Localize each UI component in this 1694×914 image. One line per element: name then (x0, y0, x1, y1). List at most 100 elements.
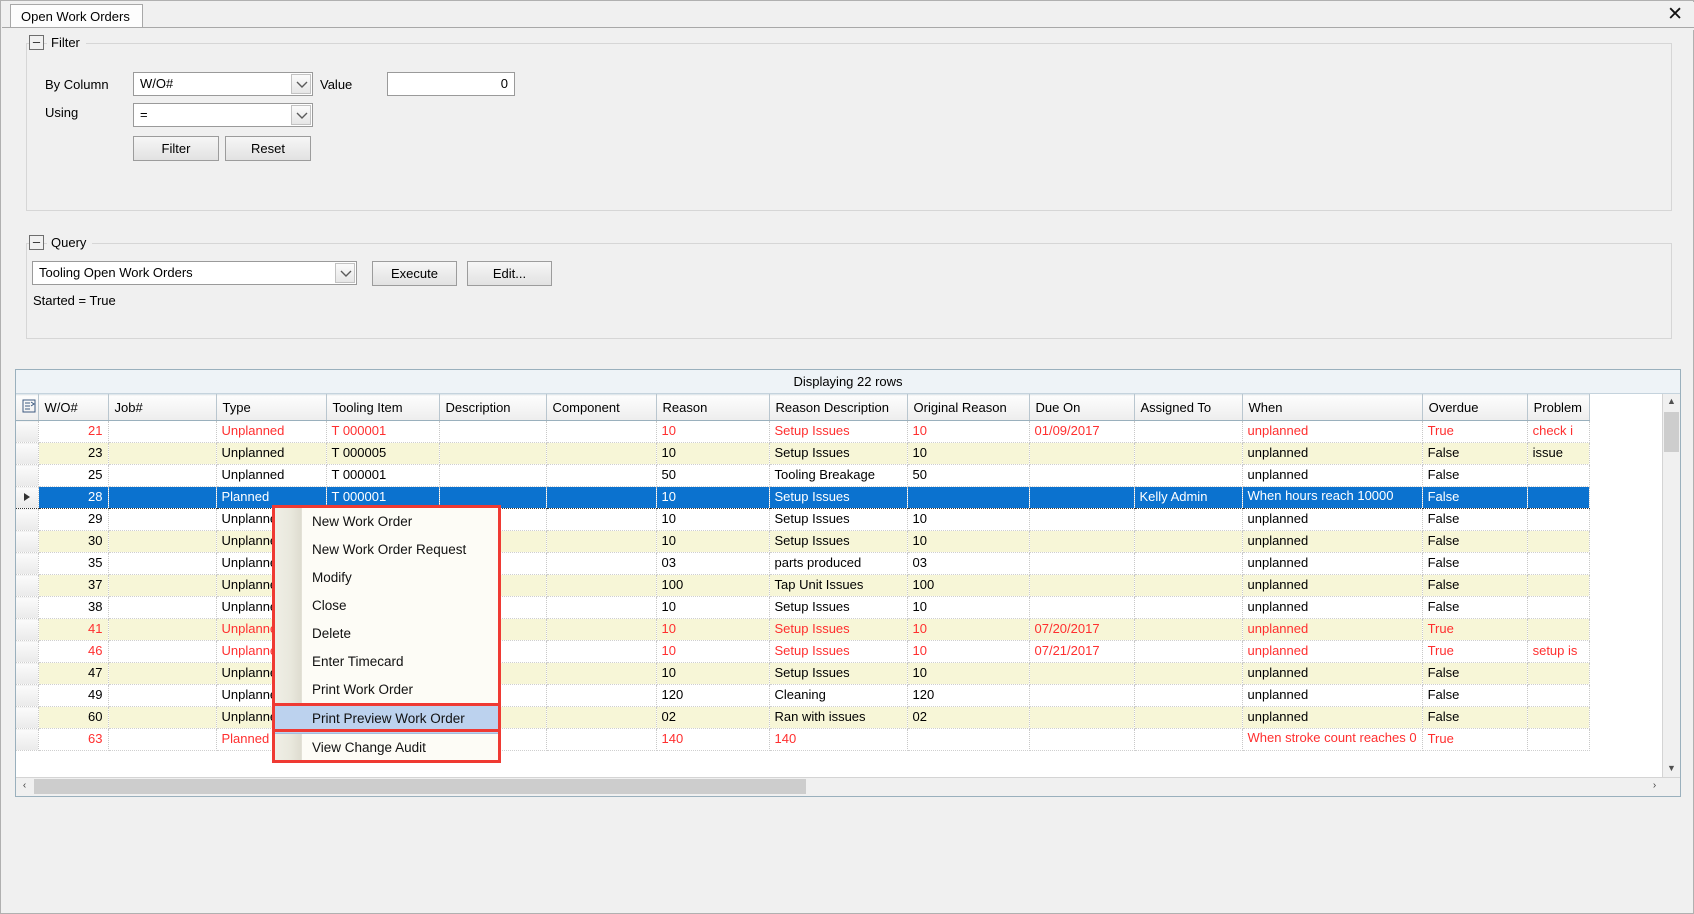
reset-button[interactable]: Reset (225, 136, 311, 161)
query-combobox[interactable]: Tooling Open Work Orders (32, 261, 357, 285)
cell-due-on[interactable] (1029, 728, 1135, 751)
cell-when[interactable]: unplanned (1242, 442, 1423, 465)
table-row[interactable]: 28 Planned T 000001 10 Setup Issues Kelly Adm… (16, 486, 1590, 509)
cell-reason[interactable]: 10 (656, 486, 770, 509)
table-row[interactable]: 63 Planned 140 140 When stroke count reaches… (16, 728, 1590, 751)
cell-job[interactable] (108, 596, 217, 619)
menu-item-print-work-order[interactable]: Print Work Order (275, 676, 498, 704)
cell-orig-reason[interactable]: 50 (907, 464, 1030, 487)
column-header-overdue[interactable]: Overdue (1422, 394, 1528, 421)
cell-component[interactable] (546, 574, 657, 597)
cell-job[interactable] (108, 486, 217, 509)
by-column-combobox[interactable]: W/O# (133, 72, 313, 96)
cell-when[interactable]: unplanned (1242, 552, 1423, 575)
cell-orig-reason[interactable]: 120 (907, 684, 1030, 707)
cell-due-on[interactable]: 01/09/2017 (1029, 420, 1135, 443)
cell-reason[interactable]: 140 (656, 728, 770, 751)
cell-reason[interactable]: 10 (656, 420, 770, 443)
cell-job[interactable] (108, 530, 217, 553)
cell-due-on[interactable]: 07/20/2017 (1029, 618, 1135, 641)
row-selector-cell[interactable] (16, 662, 39, 685)
cell-problem[interactable]: issue (1527, 442, 1590, 465)
column-header-reason-description[interactable]: Reason Description (769, 394, 908, 421)
cell-component[interactable] (546, 640, 657, 663)
cell-desc[interactable] (439, 420, 547, 443)
cell-assigned[interactable] (1134, 420, 1243, 443)
cell-assigned[interactable] (1134, 508, 1243, 531)
table-row[interactable]: 25 Unplanned T 000001 50 Tooling Breakage 50 u… (16, 464, 1590, 487)
scroll-down-icon[interactable]: ▼ (1663, 761, 1680, 778)
value-input[interactable]: 0 (387, 72, 515, 96)
cell-wo[interactable]: 28 (38, 486, 109, 509)
cell-orig-reason[interactable]: 10 (907, 618, 1030, 641)
cell-problem[interactable] (1527, 508, 1590, 531)
cell-due-on[interactable] (1029, 684, 1135, 707)
row-selector-cell[interactable] (16, 420, 39, 443)
table-row[interactable]: 41 Unplanned 10 Setup Issues 10 07/20/2017 unp… (16, 618, 1590, 641)
cell-job[interactable] (108, 662, 217, 685)
cell-orig-reason[interactable]: 10 (907, 442, 1030, 465)
cell-reason[interactable]: 10 (656, 596, 770, 619)
cell-when[interactable]: unplanned (1242, 706, 1423, 729)
column-header-job[interactable]: Job# (108, 394, 217, 421)
row-selector-cell[interactable] (16, 530, 39, 553)
cell-reason[interactable]: 10 (656, 530, 770, 553)
column-header-when[interactable]: When (1242, 394, 1423, 421)
row-selector-cell[interactable] (16, 706, 39, 729)
cell-job[interactable] (108, 508, 217, 531)
cell-reason-desc[interactable]: Setup Issues (769, 640, 908, 663)
column-header-description[interactable]: Description (439, 394, 547, 421)
cell-assigned[interactable] (1134, 596, 1243, 619)
cell-problem[interactable] (1527, 706, 1590, 729)
column-header-type[interactable]: Type (216, 394, 327, 421)
cell-orig-reason[interactable]: 02 (907, 706, 1030, 729)
cell-problem[interactable] (1527, 662, 1590, 685)
cell-when[interactable]: unplanned (1242, 618, 1423, 641)
cell-orig-reason[interactable]: 10 (907, 662, 1030, 685)
cell-problem[interactable] (1527, 684, 1590, 707)
column-header-problem[interactable]: Problem (1527, 394, 1590, 421)
cell-when[interactable]: unplanned (1242, 662, 1423, 685)
cell-job[interactable] (108, 552, 217, 575)
cell-assigned[interactable] (1134, 640, 1243, 663)
cell-job[interactable] (108, 618, 217, 641)
cell-when[interactable]: unplanned (1242, 530, 1423, 553)
cell-reason[interactable]: 10 (656, 640, 770, 663)
cell-due-on[interactable] (1029, 442, 1135, 465)
cell-job[interactable] (108, 640, 217, 663)
menu-item-modify[interactable]: Modify (275, 564, 498, 592)
table-row[interactable]: 46 Unplanned 10 Setup Issues 10 07/21/2017 unp… (16, 640, 1590, 663)
cell-tooling[interactable]: T 000001 (326, 464, 440, 487)
table-row[interactable]: 38 Unplanned 10 Setup Issues 10 unplanned Fals… (16, 596, 1590, 619)
row-selector-cell[interactable] (16, 596, 39, 619)
cell-when[interactable]: unplanned (1242, 596, 1423, 619)
cell-assigned[interactable] (1134, 618, 1243, 641)
cell-reason-desc[interactable]: Setup Issues (769, 596, 908, 619)
table-row[interactable]: 29 Unplanned 10 Setup Issues 10 unplanned Fals… (16, 508, 1590, 531)
cell-due-on[interactable] (1029, 508, 1135, 531)
cell-overdue[interactable]: False (1422, 486, 1528, 509)
cell-when[interactable]: unplanned (1242, 464, 1423, 487)
cell-type[interactable]: Unplanned (216, 464, 327, 487)
cell-due-on[interactable] (1029, 486, 1135, 509)
cell-wo[interactable]: 23 (38, 442, 109, 465)
cell-overdue[interactable]: False (1422, 596, 1528, 619)
cell-assigned[interactable] (1134, 574, 1243, 597)
cell-orig-reason[interactable]: 10 (907, 508, 1030, 531)
table-row[interactable]: 23 Unplanned T 000005 10 Setup Issues 10 unpla… (16, 442, 1590, 465)
cell-overdue[interactable]: False (1422, 464, 1528, 487)
cell-orig-reason[interactable] (907, 486, 1030, 509)
cell-overdue[interactable]: False (1422, 508, 1528, 531)
row-selector-cell[interactable] (16, 684, 39, 707)
column-header-assigned-to[interactable]: Assigned To (1134, 394, 1243, 421)
cell-due-on[interactable] (1029, 596, 1135, 619)
cell-wo[interactable]: 60 (38, 706, 109, 729)
menu-item-delete[interactable]: Delete (275, 620, 498, 648)
cell-due-on[interactable] (1029, 662, 1135, 685)
column-header-due-on[interactable]: Due On (1029, 394, 1135, 421)
edit-button[interactable]: Edit... (467, 261, 552, 286)
table-row[interactable]: 21 Unplanned T 000001 10 Setup Issues 10 01/09… (16, 420, 1590, 443)
cell-component[interactable] (546, 552, 657, 575)
cell-job[interactable] (108, 728, 217, 751)
cell-problem[interactable] (1527, 574, 1590, 597)
